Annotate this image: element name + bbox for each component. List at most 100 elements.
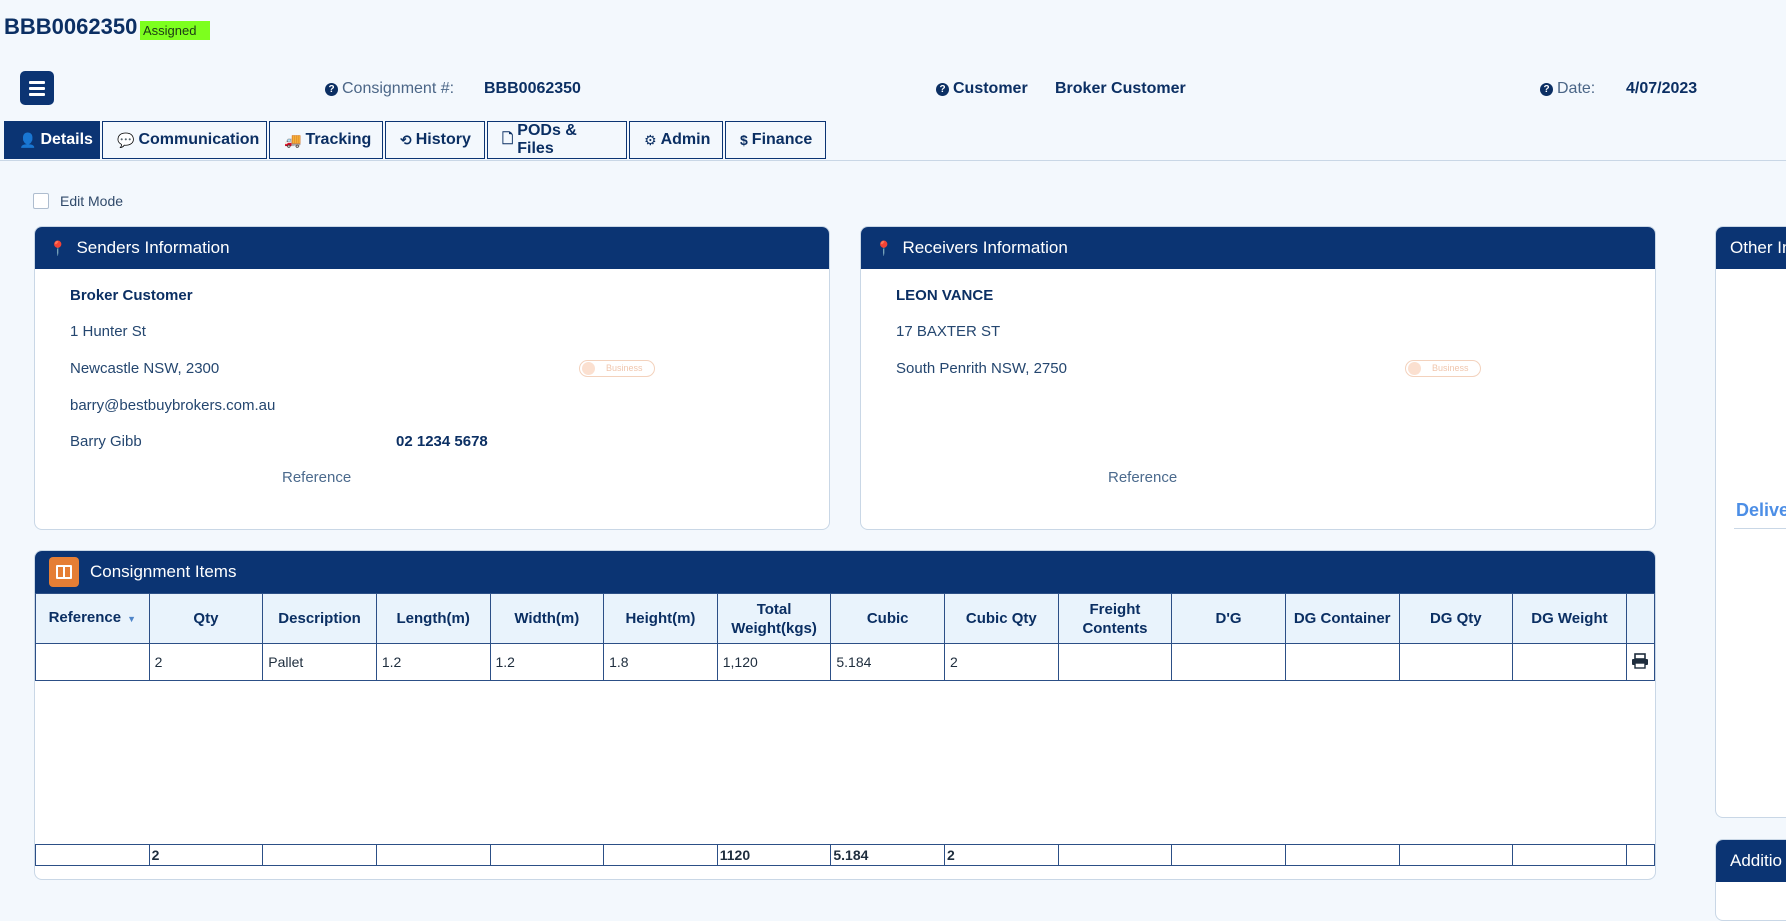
sender-email: barry@bestbuybrokers.com.au xyxy=(70,397,276,414)
delivery-tab[interactable]: Delive xyxy=(1736,500,1786,521)
receiver-address1: 17 BAXTER ST xyxy=(896,323,1001,340)
total-width-m xyxy=(489,844,605,866)
total-freight-contents xyxy=(1057,844,1173,866)
consignment-number-value: BBB0062350 xyxy=(484,80,581,97)
receivers-title: Receivers Information xyxy=(902,238,1068,257)
cell-total-weight-kgs: 1,120 xyxy=(716,643,832,681)
tab-tracking[interactable]: 🚚 Tracking xyxy=(269,121,383,159)
receivers-card-header: 📍 Receivers Information xyxy=(861,227,1655,269)
tab-pods-files[interactable]: 🗋 PODs & Files xyxy=(487,121,627,159)
total-total-weight-kgs: 1120 xyxy=(716,844,832,866)
status-badge: Assigned xyxy=(140,21,211,40)
edit-mode-checkbox[interactable] xyxy=(33,193,49,209)
senders-card: 📍 Senders Information Broker Customer 1 … xyxy=(34,226,830,530)
edit-mode-label: Edit Mode xyxy=(60,193,124,209)
question-circle-icon: ? xyxy=(325,83,338,96)
sender-phone: 02 1234 5678 xyxy=(396,433,488,450)
truck-icon: 🚚 xyxy=(284,131,302,148)
sender-reference-label: Reference xyxy=(282,469,352,486)
table-row[interactable]: 2 Pallet 1.2 1.2 1.8 1,120 5.184 2 xyxy=(35,643,1655,681)
column-header-dg-container: DG Container xyxy=(1284,593,1400,644)
total-dg-weight xyxy=(1512,844,1627,866)
column-header-dg-qty: DG Qty xyxy=(1398,593,1514,644)
cell-qty: 2 xyxy=(148,643,264,681)
total-qty: 2 xyxy=(148,844,264,866)
tab-communication[interactable]: 💬 Communication xyxy=(102,121,267,159)
totals-table: 2 1120 5.184 2 xyxy=(35,844,1655,866)
total-dg-container xyxy=(1284,844,1400,866)
other-info-header: Other In xyxy=(1716,227,1786,269)
total-reference xyxy=(35,844,150,866)
receiver-address2: South Penrith NSW, 2750 xyxy=(896,360,1067,377)
total-cubic: 5.184 xyxy=(830,844,945,866)
total-length-m xyxy=(375,844,491,866)
tab-details[interactable]: 👤 Details xyxy=(4,121,100,159)
cell-reference xyxy=(35,643,150,681)
user-icon: 👤 xyxy=(19,131,37,148)
print-cell[interactable] xyxy=(1625,643,1655,681)
receiver-reference-label: Reference xyxy=(1108,469,1178,486)
total-dg-qty xyxy=(1398,844,1514,866)
map-marker-icon: 📍 xyxy=(875,239,893,256)
column-header-description: Description xyxy=(262,593,377,644)
hamburger-icon xyxy=(29,80,45,84)
cell-freight-contents xyxy=(1057,643,1173,681)
total-cubic-qty: 2 xyxy=(944,844,1059,866)
consignment-items-header: Consignment Items xyxy=(35,551,1655,593)
tab-finance[interactable]: $ Finance xyxy=(725,121,826,159)
column-header-d-g: D'G xyxy=(1171,593,1286,644)
print-icon[interactable] xyxy=(1631,652,1649,669)
cell-description: Pallet xyxy=(262,643,377,681)
additional-card: Additio xyxy=(1715,839,1786,921)
cell-dg-qty xyxy=(1398,643,1514,681)
additional-title: Additio xyxy=(1730,851,1782,870)
customer-label: Customer xyxy=(953,80,1028,97)
gear-icon: ⚙ xyxy=(644,131,657,148)
consignment-number-label: Consignment #: xyxy=(342,80,455,97)
consignment-items-title: Consignment Items xyxy=(90,562,237,581)
sender-name: Broker Customer xyxy=(70,287,193,304)
receiver-business-toggle[interactable]: Business xyxy=(1405,360,1481,377)
menu-button[interactable] xyxy=(20,71,54,105)
actions-header xyxy=(1625,593,1655,644)
other-info-title: Other In xyxy=(1730,238,1786,257)
column-header-cubic: Cubic xyxy=(830,593,945,644)
customer-value: Broker Customer xyxy=(1055,80,1186,97)
comment-icon: 💬 xyxy=(117,131,135,148)
customer-field: ? Customer xyxy=(936,80,1028,98)
receivers-card: 📍 Receivers Information LEON VANCE 17 BA… xyxy=(860,226,1656,530)
totals-row: 2 1120 5.184 2 xyxy=(35,844,1655,866)
column-header-reference[interactable]: Reference ▼ xyxy=(35,593,150,644)
consignment-items-card: Consignment Items Reference ▼ Qty Descripti… xyxy=(34,550,1656,880)
date-label: Date: xyxy=(1557,80,1596,97)
cell-width-m: 1.2 xyxy=(489,643,605,681)
cell-d-g xyxy=(1171,643,1286,681)
column-header-freight-contents: Freight Contents xyxy=(1057,593,1173,644)
receiver-name: LEON VANCE xyxy=(896,287,994,304)
cell-cubic-qty: 2 xyxy=(944,643,1059,681)
sender-contact: Barry Gibb xyxy=(70,433,142,450)
tab-bar: 👤 Details 💬 Communication 🚚 Tracking ⟲ Histo… xyxy=(4,121,826,159)
total-d-g xyxy=(1171,844,1286,866)
map-marker-icon: 📍 xyxy=(49,239,67,256)
tab-history[interactable]: ⟲ History xyxy=(385,121,485,159)
edit-mode-toggle[interactable]: Edit Mode xyxy=(33,193,123,209)
total-height-m xyxy=(603,844,718,866)
sender-business-toggle[interactable]: Business xyxy=(579,360,655,377)
business-toggle-label: Business xyxy=(606,363,643,373)
sort-icon[interactable]: ▼ xyxy=(127,614,136,624)
sender-address1: 1 Hunter St xyxy=(70,323,146,340)
book-icon xyxy=(49,557,79,587)
consignment-title: BBB0062350 xyxy=(4,14,138,39)
column-header-total-weight-kgs: Total Weight(kgs) xyxy=(716,593,832,644)
column-header-qty: Qty xyxy=(148,593,264,644)
date-value: 4/07/2023 xyxy=(1626,80,1698,97)
column-header-dg-weight: DG Weight xyxy=(1512,593,1627,644)
total-actions xyxy=(1625,844,1655,866)
column-header-length-m: Length(m) xyxy=(375,593,491,644)
column-header-width-m: Width(m) xyxy=(489,593,605,644)
business-toggle-label: Business xyxy=(1432,363,1469,373)
tab-admin[interactable]: ⚙ Admin xyxy=(629,121,723,159)
dollar-icon: $ xyxy=(740,132,748,148)
file-icon: 🗋 xyxy=(502,130,514,146)
